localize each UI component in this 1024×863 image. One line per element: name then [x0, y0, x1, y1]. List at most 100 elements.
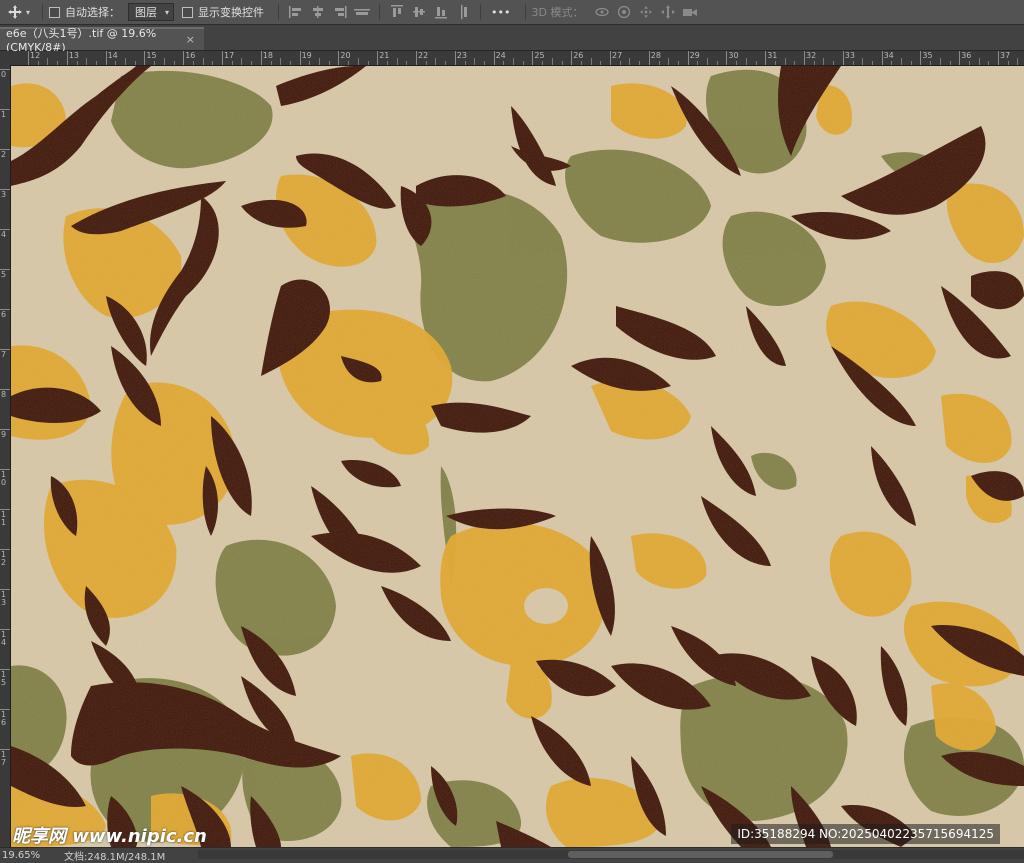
align-right-icon[interactable]: [332, 4, 348, 20]
ruler-tick-mark: [842, 51, 844, 65]
mode-3d-label: 3D 模式：: [532, 4, 584, 20]
align-middle-icon[interactable]: [411, 4, 427, 20]
ruler-tick-mark: [920, 51, 922, 65]
ruler-minor-tick: [1007, 61, 1009, 65]
ruler-tick-mark: [338, 51, 340, 65]
document-tab-title: e6e（八头1号）.tif @ 19.6%(CMYK/8#): [6, 27, 157, 54]
distribute-vertical-icon[interactable]: [455, 4, 471, 20]
ruler-minor-tick: [600, 61, 602, 65]
ruler-tick-mark: [66, 51, 68, 65]
ruler-minor-tick: [396, 58, 398, 65]
ruler-tick-mark: [804, 51, 805, 65]
distribute-horizontal-icon[interactable]: [354, 4, 371, 20]
document-tab[interactable]: e6e（八头1号）.tif @ 19.6%(CMYK/8#) ×: [0, 27, 204, 54]
ruler-minor-tick: [163, 58, 165, 65]
ruler-tick-label: 18: [262, 51, 273, 60]
horizontal-scrollbar[interactable]: [198, 850, 1024, 859]
align-center-icon[interactable]: [310, 4, 326, 20]
ruler-tick-label: 27: [612, 51, 623, 60]
more-options-button[interactable]: •••: [491, 6, 510, 19]
ruler-minor-tick: [280, 58, 282, 65]
ruler-tick-label: 1: [1, 110, 7, 119]
ruler-minor-tick: [86, 58, 88, 65]
ruler-minor-tick: [503, 61, 505, 65]
ruler-minor-tick: [386, 61, 388, 65]
ruler-minor-tick: [968, 61, 970, 65]
ruler-tick-label: 17: [224, 51, 235, 60]
ruler-tick-label: 6: [1, 310, 7, 319]
ruler-tick-label: 14: [1, 630, 7, 647]
ruler-minor-tick: [930, 61, 932, 65]
ruler-tick-mark: [648, 51, 650, 65]
ruler-tick-label: 17: [1, 750, 7, 767]
ruler-tick-label: 22: [418, 51, 429, 60]
zoom-level[interactable]: 19.65%: [0, 850, 58, 861]
ruler-minor-tick: [125, 58, 126, 65]
scrollbar-thumb[interactable]: [568, 851, 833, 858]
ruler-tick-mark: [881, 51, 883, 65]
ruler-minor-tick: [241, 58, 243, 65]
ruler-minor-tick: [833, 61, 835, 65]
ruler-minor-tick: [988, 61, 990, 65]
document-canvas[interactable]: [11, 66, 1024, 847]
ruler-minor-tick: [949, 61, 951, 65]
ruler-minor-tick: [784, 58, 786, 65]
ruler-tick-label: 7: [1, 350, 7, 359]
checkbox-box[interactable]: [49, 6, 61, 18]
close-icon[interactable]: ×: [186, 33, 195, 46]
align-left-icon[interactable]: [288, 4, 304, 20]
ruler-tick-label: 36: [961, 51, 972, 60]
ruler-tick-mark: [959, 51, 961, 65]
divider: [480, 4, 482, 20]
ruler-minor-tick: [134, 61, 136, 65]
ruler-minor-tick: [47, 58, 49, 65]
ruler-minor-tick: [1017, 58, 1019, 65]
ruler-tick-mark: [105, 51, 107, 65]
move-tool-button[interactable]: ▾: [0, 0, 36, 24]
ruler-minor-tick: [270, 61, 272, 65]
ruler-tick-mark: [610, 51, 611, 65]
ruler-tick-label: 16: [1, 710, 7, 727]
auto-select-target-dropdown[interactable]: 图层 ▾: [128, 3, 175, 21]
ruler-minor-tick: [978, 58, 980, 65]
camouflage-artwork: [11, 66, 1024, 847]
ruler-minor-tick: [231, 61, 233, 65]
ruler-minor-tick: [677, 61, 679, 65]
ruler-tick-label: 19: [301, 51, 312, 60]
align-top-icon[interactable]: [389, 4, 405, 20]
ruler-tick-label: 25: [534, 51, 545, 60]
chevron-down-icon: ▾: [26, 7, 31, 17]
ruler-tick-label: 37: [1000, 51, 1011, 60]
ruler-tick-label: 20: [340, 51, 351, 60]
ruler-tick-mark: [183, 51, 185, 65]
ruler-minor-tick: [707, 58, 708, 65]
ruler-minor-tick: [716, 61, 718, 65]
slide-3d-icon[interactable]: [660, 4, 676, 20]
document-tab-bar: e6e（八头1号）.tif @ 19.6%(CMYK/8#) ×: [0, 25, 1024, 54]
ruler-tick-label: 21: [379, 51, 390, 60]
watermark-id: ID:35188294 NO:20250402235715694125: [731, 824, 1000, 844]
show-transform-checkbox[interactable]: 显示变换控件: [182, 4, 264, 20]
show-transform-label: 显示变换控件: [198, 6, 265, 19]
ruler-minor-tick: [774, 61, 776, 65]
video-camera-icon[interactable]: [682, 4, 698, 20]
ruler-tick-label: 30: [728, 51, 739, 60]
divider: [524, 4, 526, 20]
ruler-minor-tick: [619, 61, 621, 65]
ruler-tick-label: 0: [1, 70, 7, 79]
ruler-tick-label: 28: [650, 51, 661, 60]
ruler-minor-tick: [474, 58, 476, 65]
ruler-minor-tick: [910, 61, 912, 65]
pan-3d-icon[interactable]: [638, 4, 654, 20]
ruler-tick-label: 23: [456, 51, 467, 60]
auto-select-checkbox[interactable]: 自动选择：: [49, 4, 120, 20]
ruler-tick-label: 33: [844, 51, 855, 60]
ruler-minor-tick: [697, 61, 699, 65]
align-bottom-icon[interactable]: [433, 4, 449, 20]
orbit-3d-icon[interactable]: [594, 4, 610, 20]
ruler-tick-mark: [532, 51, 534, 65]
roll-3d-icon[interactable]: [616, 4, 632, 20]
ruler-tick-label: 13: [1, 590, 7, 607]
checkbox-box[interactable]: [182, 6, 194, 18]
ruler-minor-tick: [406, 61, 408, 65]
